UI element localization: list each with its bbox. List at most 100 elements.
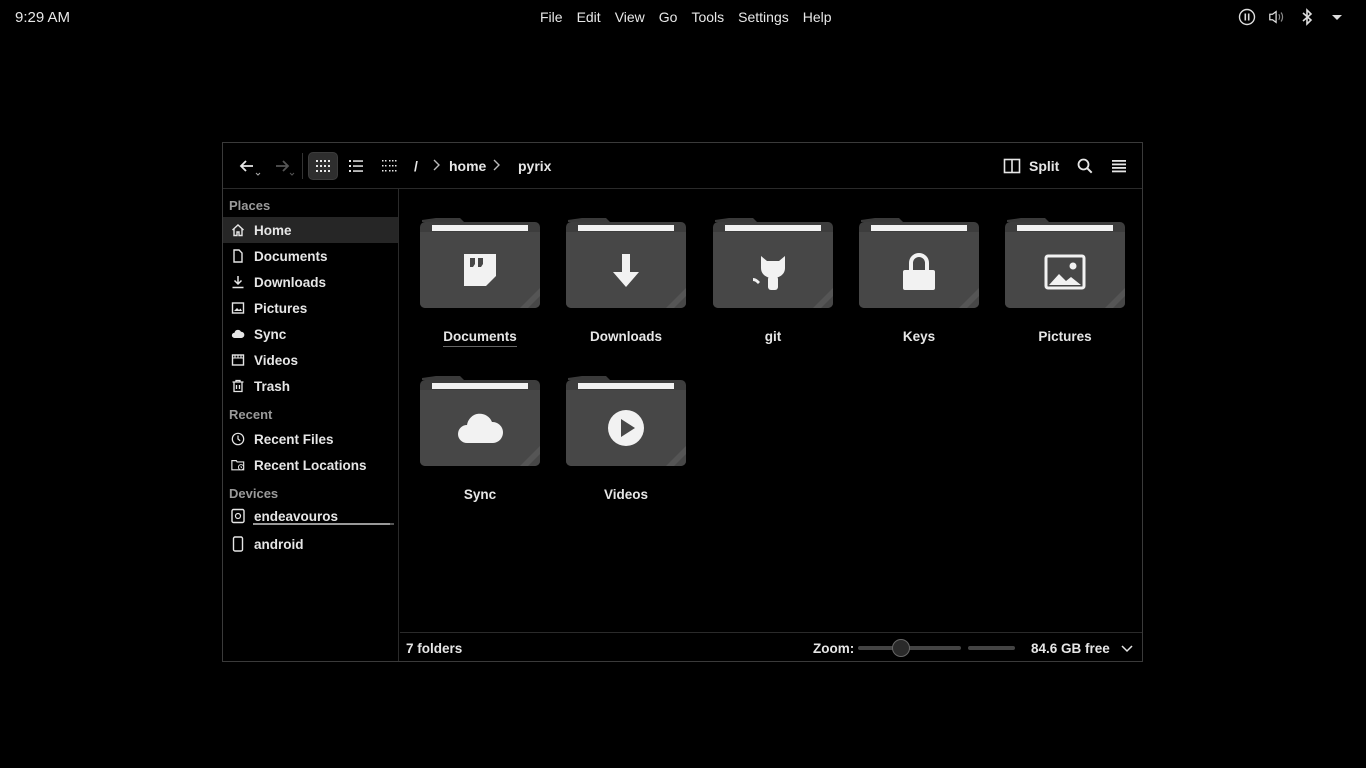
sidebar-item-downloads[interactable]: Downloads — [223, 269, 398, 295]
menu-go[interactable]: Go — [652, 9, 685, 25]
sidebar-item-label: Recent Files — [254, 431, 334, 447]
zoom-label: Zoom: — [813, 641, 855, 656]
film-icon — [231, 353, 245, 367]
zoom-slider-handle[interactable] — [892, 639, 911, 657]
folder-count: 7 folders — [406, 641, 463, 656]
clock[interactable]: 9:29 AM — [15, 9, 70, 26]
menu-file[interactable]: File — [533, 9, 570, 25]
download-icon — [231, 275, 245, 289]
file-manager-window: / home pyrix Split Places Home Documents — [222, 142, 1143, 662]
folder-icon — [420, 218, 540, 308]
back-button[interactable] — [233, 152, 263, 180]
folder-icon — [713, 218, 833, 308]
top-panel: 9:29 AM File Edit View Go Tools Settings… — [0, 0, 1366, 34]
sidebar-item-endeavouros[interactable]: endeavouros — [223, 503, 398, 529]
menu-edit[interactable]: Edit — [570, 9, 608, 25]
forward-button[interactable] — [267, 152, 297, 180]
folder-pictures[interactable]: Pictures — [1003, 216, 1127, 356]
folder-downloads[interactable]: Downloads — [564, 216, 688, 356]
toolbar: / home pyrix Split — [223, 143, 1142, 189]
cloud-icon — [231, 327, 245, 341]
list-view-button[interactable] — [341, 152, 371, 180]
places-section-title: Places — [229, 198, 271, 213]
menu-view[interactable]: View — [608, 9, 652, 25]
folder-icon — [566, 218, 686, 308]
zoom-slider-track-secondary[interactable] — [968, 646, 1015, 650]
trash-icon — [231, 379, 245, 393]
breadcrumb-root[interactable]: / — [414, 158, 418, 174]
pause-icon[interactable] — [1238, 8, 1256, 26]
disk-usage-fill — [253, 523, 390, 525]
folder-icon — [566, 376, 686, 466]
folder-label: Downloads — [589, 329, 662, 344]
folder-git[interactable]: git — [711, 216, 835, 356]
folder-label: git — [764, 329, 782, 344]
folder-label: Keys — [902, 329, 936, 344]
sidebar-item-videos[interactable]: Videos — [223, 347, 398, 373]
folder-icon — [420, 376, 540, 466]
folder-clock-icon — [231, 458, 245, 472]
split-button[interactable]: Split — [1003, 152, 1063, 180]
disk-usage-bar — [253, 523, 394, 525]
sidebar-item-label: Recent Locations — [254, 457, 367, 473]
compact-view-button[interactable] — [374, 152, 404, 180]
folder-label: Videos — [603, 487, 649, 502]
sidebar-item-trash[interactable]: Trash — [223, 373, 398, 399]
folder-videos[interactable]: Videos — [564, 374, 688, 514]
folder-documents[interactable]: Documents — [418, 216, 542, 356]
folder-label: Sync — [463, 487, 497, 502]
sidebar-item-sync[interactable]: Sync — [223, 321, 398, 347]
picture-icon — [231, 301, 245, 315]
sidebar-item-label: Home — [254, 222, 292, 238]
split-view-icon — [1003, 158, 1021, 174]
split-label: Split — [1029, 158, 1060, 174]
dropdown-arrow-icon[interactable] — [1328, 8, 1346, 26]
sidebar-item-label: Trash — [254, 378, 291, 394]
toolbar-separator — [302, 153, 303, 179]
hamburger-icon — [1112, 160, 1126, 173]
folder-icon — [859, 218, 979, 308]
sidebar-item-documents[interactable]: Documents — [223, 243, 398, 269]
sidebar-item-label: Videos — [254, 352, 299, 368]
folder-keys[interactable]: Keys — [857, 216, 981, 356]
sidebar-item-label: Sync — [254, 326, 287, 342]
sidebar-item-label: android — [254, 536, 304, 552]
main-menu-button[interactable] — [1105, 152, 1133, 180]
sidebar-item-label: endeavouros — [254, 508, 339, 524]
clock-icon — [231, 432, 245, 446]
folder-label: Pictures — [1038, 329, 1092, 344]
grid-icon — [316, 160, 330, 172]
chevron-down-icon[interactable] — [1120, 641, 1134, 660]
system-tray — [1238, 8, 1346, 26]
arrow-left-icon — [239, 160, 261, 176]
menu-settings[interactable]: Settings — [731, 9, 796, 25]
folder-sync[interactable]: Sync — [418, 374, 542, 514]
sidebar-item-pictures[interactable]: Pictures — [223, 295, 398, 321]
devices-section-title: Devices — [229, 486, 279, 501]
sidebar: Places Home Documents Downloads Pictures… — [223, 189, 399, 661]
document-icon — [231, 249, 245, 263]
sidebar-item-recent-locations[interactable]: Recent Locations — [223, 452, 398, 478]
menu-tools[interactable]: Tools — [684, 9, 731, 25]
menu-help[interactable]: Help — [796, 9, 839, 25]
sidebar-item-label: Pictures — [254, 300, 308, 316]
volume-icon[interactable] — [1268, 8, 1286, 26]
menu-bar: File Edit View Go Tools Settings Help — [533, 9, 839, 25]
icon-view-button[interactable] — [308, 152, 338, 180]
sidebar-item-android[interactable]: android — [223, 531, 398, 557]
search-button[interactable] — [1071, 152, 1099, 180]
breadcrumb-pyrix[interactable]: pyrix — [518, 158, 551, 174]
search-icon — [1077, 158, 1093, 174]
sidebar-item-recent-files[interactable]: Recent Files — [223, 426, 398, 452]
phone-icon — [231, 536, 245, 552]
bluetooth-icon[interactable] — [1298, 8, 1316, 26]
drive-icon — [231, 508, 245, 524]
sidebar-item-home[interactable]: Home — [223, 217, 398, 243]
recent-section-title: Recent — [229, 407, 273, 422]
folder-label: Documents — [418, 329, 542, 347]
chevron-right-icon — [431, 158, 441, 175]
free-space[interactable]: 84.6 GB free — [1031, 641, 1110, 656]
status-bar: 7 folders Zoom: 84.6 GB free — [400, 632, 1142, 662]
breadcrumb-home[interactable]: home — [449, 158, 486, 174]
chevron-right-icon — [491, 158, 501, 175]
